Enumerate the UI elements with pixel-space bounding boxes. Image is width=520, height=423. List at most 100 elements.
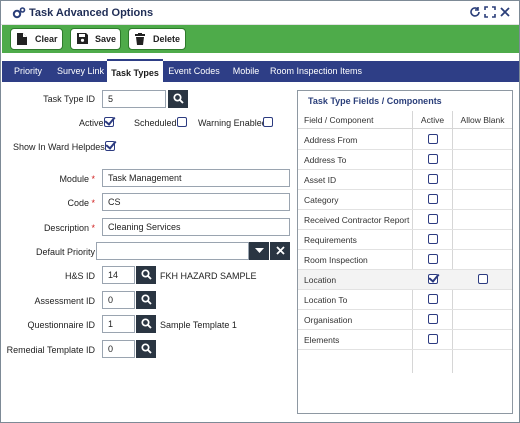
x-icon <box>275 245 285 257</box>
tab-bar: Priority Survey Link Task Types Event Co… <box>2 59 519 82</box>
code-field[interactable]: CS <box>102 193 290 211</box>
caret-down-icon <box>254 246 264 256</box>
delete-button-label: Delete <box>153 34 181 44</box>
tab-room-inspection-items[interactable]: Room Inspection Items <box>267 61 365 82</box>
header-allow-blank: Allow Blank <box>460 115 505 125</box>
row-active-checkbox[interactable] <box>428 154 438 164</box>
row-active-checkbox[interactable] <box>428 174 438 184</box>
module-label: Module * <box>59 174 95 184</box>
title-bar: Task Advanced Options <box>1 1 519 25</box>
table-row: Asset ID <box>298 170 512 190</box>
field-component-name: Location <box>304 275 337 285</box>
clear-button[interactable]: Clear <box>10 28 63 50</box>
row-active-checkbox[interactable] <box>428 254 438 264</box>
show-in-ward-helpdesk-label: Show In Ward Helpdesk <box>13 142 110 152</box>
default-priority-select[interactable] <box>96 242 249 260</box>
header-field-component: Field / Component <box>304 115 374 125</box>
field-component-name: Organisation <box>304 315 353 325</box>
assessment-id-label: Assessment ID <box>34 296 95 306</box>
search-icon <box>172 92 184 106</box>
hs-id-search-button[interactable] <box>136 266 156 284</box>
floppy-disk-icon <box>77 33 88 45</box>
task-type-id-label: Task Type ID <box>43 94 95 104</box>
questionnaire-id-label: Questionnaire ID <box>27 320 95 330</box>
questionnaire-id-input[interactable]: 1 <box>102 315 135 333</box>
task-type-id-search-button[interactable] <box>168 90 188 108</box>
field-component-name: Asset ID <box>304 175 337 185</box>
row-active-checkbox[interactable] <box>428 214 438 224</box>
description-label: Description * <box>43 223 95 233</box>
table-row: Address To <box>298 150 512 170</box>
questionnaire-id-search-button[interactable] <box>136 315 156 333</box>
remedial-template-id-search-button[interactable] <box>136 340 156 358</box>
questionnaire-id-description: Sample Template 1 <box>160 320 237 330</box>
table-row: Room Inspection <box>298 250 512 270</box>
warning-enabled-checkbox[interactable] <box>263 117 273 127</box>
field-component-name: Elements <box>304 335 340 345</box>
assessment-id-search-button[interactable] <box>136 291 156 309</box>
toolbar: Clear Save Delete <box>2 25 519 53</box>
module-field[interactable]: Task Management <box>102 169 290 187</box>
document-icon <box>17 33 27 45</box>
field-component-name: Address From <box>304 135 358 145</box>
table-row: Received Contractor Report <box>298 210 512 230</box>
header-active: Active <box>420 115 445 125</box>
row-active-checkbox[interactable] <box>428 274 438 284</box>
tab-task-types[interactable]: Task Types <box>107 59 163 82</box>
save-button-label: Save <box>95 34 117 44</box>
row-active-checkbox[interactable] <box>428 294 438 304</box>
clear-button-label: Clear <box>35 34 58 44</box>
row-active-checkbox[interactable] <box>428 334 438 344</box>
table-row: Organisation <box>298 310 512 330</box>
save-button[interactable]: Save <box>70 28 121 50</box>
field-component-name: Room Inspection <box>304 255 368 265</box>
warning-enabled-label: Warning Enabled <box>198 118 267 128</box>
scheduled-label: Scheduled <box>134 118 177 128</box>
row-active-checkbox[interactable] <box>428 314 438 324</box>
search-icon <box>140 293 152 307</box>
table-row: Location To <box>298 290 512 310</box>
default-priority-clear-button[interactable] <box>270 242 290 260</box>
hs-id-description: FKH HAZARD SAMPLE <box>160 271 257 281</box>
field-component-name: Category <box>304 195 339 205</box>
hs-id-label: H&S ID <box>64 271 95 281</box>
tab-priority[interactable]: Priority <box>2 61 54 82</box>
default-priority-label: Default Priority <box>35 247 95 257</box>
default-priority-dropdown-button[interactable] <box>249 242 269 260</box>
table-row: Location <box>298 270 512 290</box>
delete-button[interactable]: Delete <box>128 28 186 50</box>
hs-id-input[interactable]: 14 <box>102 266 135 284</box>
tab-survey-link[interactable]: Survey Link <box>54 61 107 82</box>
row-active-checkbox[interactable] <box>428 234 438 244</box>
assessment-id-input[interactable]: 0 <box>102 291 135 309</box>
close-icon[interactable] <box>499 6 511 18</box>
task-type-id-input[interactable]: 5 <box>102 90 166 108</box>
row-active-checkbox[interactable] <box>428 134 438 144</box>
table-row: Elements <box>298 330 512 350</box>
expand-icon[interactable] <box>484 6 496 18</box>
active-label: Active <box>79 118 104 128</box>
show-in-ward-helpdesk-checkbox[interactable] <box>105 141 115 151</box>
search-icon <box>140 317 152 331</box>
gears-icon <box>12 6 26 20</box>
tab-mobile[interactable]: Mobile <box>225 61 267 82</box>
row-allow-blank-checkbox[interactable] <box>478 274 488 284</box>
description-field[interactable]: Cleaning Services <box>102 218 290 236</box>
table-row: Category <box>298 190 512 210</box>
remedial-template-id-input[interactable]: 0 <box>102 340 135 358</box>
required-marker: * <box>91 174 95 184</box>
search-icon <box>140 342 152 356</box>
scheduled-checkbox[interactable] <box>177 117 187 127</box>
field-component-name: Address To <box>304 155 347 165</box>
field-component-name: Requirements <box>304 235 357 245</box>
panel-title: Task Type Fields / Components <box>308 96 442 106</box>
tab-event-codes[interactable]: Event Codes <box>163 61 225 82</box>
refresh-icon[interactable] <box>469 6 481 18</box>
field-component-name: Received Contractor Report <box>304 215 410 225</box>
trash-icon <box>135 33 145 45</box>
remedial-template-id-label: Remedial Template ID <box>6 345 95 355</box>
active-checkbox[interactable] <box>104 117 114 127</box>
row-active-checkbox[interactable] <box>428 194 438 204</box>
field-component-name: Location To <box>304 295 348 305</box>
table-row: Requirements <box>298 230 512 250</box>
